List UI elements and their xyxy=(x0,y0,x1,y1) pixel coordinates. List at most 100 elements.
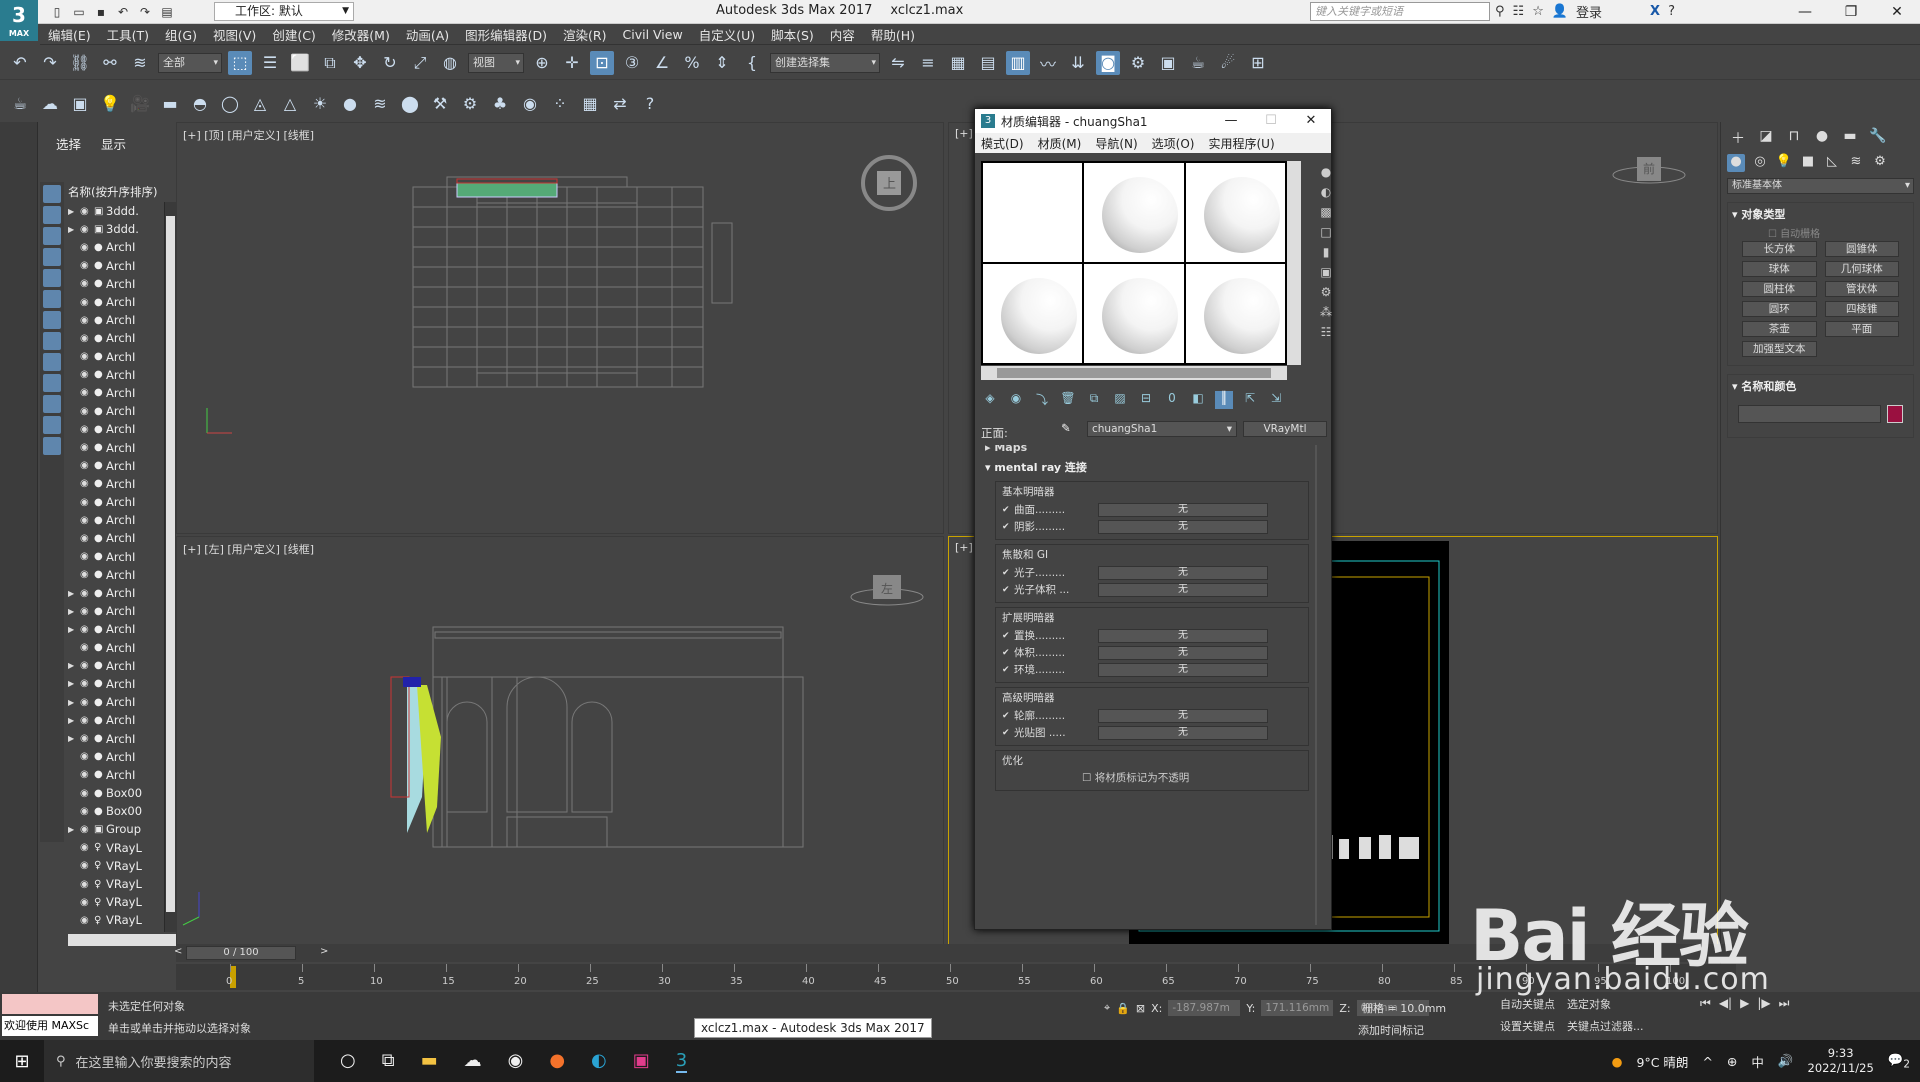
redo-icon[interactable]: ↷ xyxy=(38,51,62,75)
sample-slot-5[interactable] xyxy=(1084,264,1184,363)
eye-icon[interactable]: ◉ xyxy=(80,806,94,817)
slots-scrollbar-vertical[interactable] xyxy=(1287,161,1301,365)
eye-icon[interactable]: ◉ xyxy=(80,315,94,326)
list-item[interactable]: ◉♀VRayL xyxy=(68,930,165,931)
render-icon[interactable]: ☕ xyxy=(1186,51,1210,75)
shader-map-button[interactable]: 无 xyxy=(1098,502,1268,517)
tab-select[interactable]: 选择 xyxy=(56,134,81,152)
maps-rollout-header[interactable]: ▸ Maps xyxy=(981,445,1317,454)
slots-scrollbar-horizontal[interactable] xyxy=(981,366,1287,380)
eye-icon[interactable]: ◉ xyxy=(80,424,94,435)
eye-icon[interactable]: ◉ xyxy=(80,351,94,362)
list-item[interactable]: ◉ ● ArchI xyxy=(68,639,165,657)
sphere-light-icon[interactable]: ◯ xyxy=(218,91,242,115)
selection-filter-dropdown[interactable]: 全部 xyxy=(158,52,222,73)
filter-shapes-icon[interactable] xyxy=(43,206,61,224)
primitive-button[interactable]: 长方体 xyxy=(1742,241,1817,257)
list-item[interactable]: ◉ ● ArchI xyxy=(68,511,165,529)
primitive-button[interactable]: 圆柱体 xyxy=(1742,281,1817,297)
expand-icon[interactable]: ▶ xyxy=(68,661,80,670)
close-button[interactable]: ✕ xyxy=(1291,109,1331,133)
color-balls-icon[interactable]: ⁘ xyxy=(548,91,572,115)
list-item[interactable]: ◉ ● ArchI xyxy=(68,766,165,784)
firefox-icon[interactable]: ● xyxy=(549,1050,565,1073)
autogrid-checkbox[interactable]: ☐ 自动栅格 xyxy=(1728,225,1913,240)
shader-map-button[interactable]: 无 xyxy=(1098,662,1268,677)
go-to-end-icon[interactable]: ⏭ xyxy=(1779,996,1790,1011)
display-tab-icon[interactable]: ▬ xyxy=(1841,128,1859,146)
eye-icon[interactable]: ◉ xyxy=(80,769,94,780)
key-filters-button[interactable]: 关键点过滤器... xyxy=(1567,1018,1644,1034)
select-by-name-icon[interactable]: ☰ xyxy=(258,51,282,75)
render-setup-icon[interactable]: ⚙ xyxy=(1126,51,1150,75)
eye-icon[interactable]: ◉ xyxy=(80,333,94,344)
curve-editor-icon[interactable]: 〰 xyxy=(1036,51,1060,75)
align-icon[interactable]: ≡ xyxy=(916,51,940,75)
globe-icon[interactable]: ◉ xyxy=(518,91,542,115)
abs-mode-icon[interactable]: ⊠ xyxy=(1136,1002,1145,1015)
primitive-button[interactable]: 球体 xyxy=(1742,261,1817,277)
utilities-tab-icon[interactable]: 🔧 xyxy=(1869,128,1887,146)
rotate-icon[interactable]: ↻ xyxy=(378,51,402,75)
teapot-icon[interactable]: ☕ xyxy=(8,91,32,115)
eye-icon[interactable]: ◉ xyxy=(80,369,94,380)
edge-icon[interactable]: ◐ xyxy=(591,1050,607,1073)
primitive-button[interactable]: 四棱锥 xyxy=(1824,301,1899,317)
list-item[interactable]: ◉ ● ArchI xyxy=(68,475,165,493)
frame-icon[interactable]: ▣ xyxy=(68,91,92,115)
keyboard-shortcut-icon[interactable]: ⊡ xyxy=(590,50,614,75)
list-item[interactable]: ▶ ◉ ▣ 3ddd. xyxy=(68,202,165,220)
rect-region-icon[interactable]: ⬜ xyxy=(288,51,312,75)
expand-icon[interactable]: ▶ xyxy=(68,716,80,725)
proxy-icon[interactable]: ⬤ xyxy=(398,91,422,115)
user-icon[interactable]: 👤 xyxy=(1552,4,1568,19)
show-end-result-icon[interactable]: ║ xyxy=(1215,391,1233,409)
video-color-icon[interactable]: ▮ xyxy=(1318,245,1334,261)
set-key-button[interactable]: 设置关键点 xyxy=(1500,1018,1555,1034)
filter-groups-icon[interactable] xyxy=(43,311,61,329)
scale-icon[interactable]: ⤢ xyxy=(408,51,432,75)
material-menu-item[interactable]: 导航(N) xyxy=(1095,135,1137,152)
list-item[interactable]: ◉ ● Box00 xyxy=(68,784,165,802)
list-item[interactable]: ◉♀VRayL xyxy=(68,893,165,911)
object-name-field[interactable] xyxy=(1738,405,1881,423)
edit-named-sets-icon[interactable]: { xyxy=(740,51,764,75)
list-item[interactable]: ▶ ◉ ● ArchI xyxy=(68,584,165,602)
volume-icon[interactable]: 🔊 xyxy=(1778,1053,1794,1069)
notification-icon[interactable]: 💬2 xyxy=(1888,1052,1910,1071)
add-time-tag[interactable]: 添加时间标记 xyxy=(1358,1022,1424,1038)
eye-icon[interactable]: ◉ xyxy=(80,460,94,471)
taskbar-search[interactable]: ⚲ 在这里输入你要搜索的内容 xyxy=(44,1040,314,1082)
minimize-button[interactable]: — xyxy=(1782,0,1828,24)
eye-icon[interactable]: ◉ xyxy=(80,406,94,417)
material-type-button[interactable]: VRayMtl xyxy=(1243,421,1327,437)
viewport-top[interactable]: [+] [顶] [用户定义] [线框] 上 xyxy=(176,122,944,534)
eye-icon[interactable]: ◉ xyxy=(80,242,94,253)
vray-tool-icon[interactable]: ⚒ xyxy=(428,91,452,115)
y-coord-field[interactable]: 171.116mm xyxy=(1261,1000,1334,1016)
object-type-header[interactable]: ▾ 对象类型 xyxy=(1728,203,1913,225)
open-file-icon[interactable]: ▭ xyxy=(70,3,88,21)
primitive-button[interactable]: 加强型文本 xyxy=(1742,341,1817,357)
eye-icon[interactable]: ◉ xyxy=(80,569,94,580)
shader-map-button[interactable]: 无 xyxy=(1098,519,1268,534)
create-tab-icon[interactable]: ＋ xyxy=(1729,128,1747,147)
object-color-swatch[interactable] xyxy=(1887,405,1903,423)
filter-all-icon[interactable] xyxy=(43,437,61,455)
help-icon[interactable]: ? xyxy=(1668,4,1675,19)
x-coord-field[interactable]: -187.987m xyxy=(1168,1000,1241,1016)
undo-icon[interactable]: ↶ xyxy=(8,51,32,75)
modify-tab-icon[interactable]: ◪ xyxy=(1757,128,1775,146)
eye-icon[interactable]: ◉ xyxy=(80,442,94,453)
help-icon[interactable]: ? xyxy=(638,91,662,115)
cameras-icon[interactable]: ■ xyxy=(1799,154,1817,172)
list-item[interactable]: ▶ ◉ ● ArchI xyxy=(68,620,165,638)
checkbox[interactable]: ✔ xyxy=(1002,585,1014,595)
app-icon-3[interactable]: ▣ xyxy=(633,1050,650,1073)
eye-icon[interactable]: ◉ xyxy=(80,678,94,689)
minimize-button[interactable]: — xyxy=(1211,109,1251,133)
name-column-header[interactable]: 名称(按升序排序) xyxy=(68,184,168,200)
make-preview-icon[interactable]: ▣ xyxy=(1318,265,1334,281)
maxscript-mini-listener[interactable]: 欢迎使用 MAXSc xyxy=(2,1016,98,1036)
maximize-button[interactable]: ❐ xyxy=(1828,0,1874,24)
